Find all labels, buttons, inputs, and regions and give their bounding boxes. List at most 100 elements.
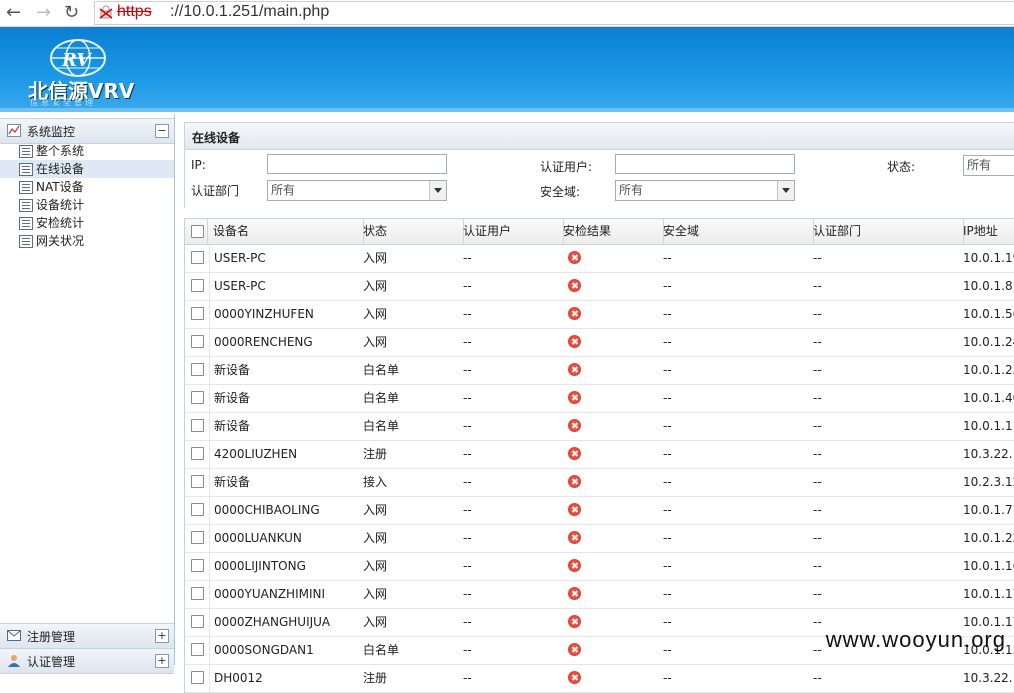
table-row[interactable]: 0000LIJINTONG入网 -- -- -- 10.0.1.16 xyxy=(185,553,1014,581)
ip-address-cell: 10.0.1.25 xyxy=(963,363,1014,377)
back-arrow-icon[interactable]: ← xyxy=(6,2,21,24)
row-checkbox[interactable] xyxy=(191,615,204,628)
security-domain-cell: -- xyxy=(663,475,672,489)
device-name-cell: 0000YINZHUFEN xyxy=(209,301,364,328)
row-select-cell xyxy=(185,357,207,384)
status-cell: 注册 xyxy=(363,671,388,685)
device-name-cell: 新设备 xyxy=(209,385,364,412)
row-checkbox[interactable] xyxy=(191,335,204,348)
expand-toggle[interactable]: + xyxy=(155,654,169,668)
table-row[interactable]: 新设备白名单 -- -- -- 10.0.1.46 xyxy=(185,385,1014,413)
table-row[interactable]: USER-PC入网 -- -- -- 10.0.1.19 xyxy=(185,245,1014,273)
reload-icon[interactable]: ↻ xyxy=(64,2,79,24)
column-header-auth-user[interactable]: 认证用户 xyxy=(459,219,564,244)
table-row[interactable]: 0000LUANKUN入网 -- -- -- 10.0.1.22 xyxy=(185,525,1014,553)
list-icon xyxy=(19,181,33,194)
forward-arrow-icon[interactable]: → xyxy=(36,2,51,24)
sidebar-item-whole-system[interactable]: 整个系统 xyxy=(0,142,174,160)
ip-address-cell: 10.0.1.22 xyxy=(963,531,1014,545)
sidebar-item-nat-devices[interactable]: NAT设备 xyxy=(0,178,174,196)
auth-user-cell: -- xyxy=(463,671,472,685)
row-checkbox[interactable] xyxy=(191,363,204,376)
collapse-toggle[interactable]: − xyxy=(155,124,169,138)
auth-dept-select[interactable]: 所有 xyxy=(267,180,447,201)
sidebar-item-label: 设备统计 xyxy=(36,198,85,212)
security-domain-cell: -- xyxy=(663,531,672,545)
sidebar-section-register[interactable]: 注册管理 + xyxy=(0,623,174,649)
row-checkbox[interactable] xyxy=(191,251,204,264)
check-result-cell xyxy=(559,609,663,636)
security-domain-cell: -- xyxy=(663,587,672,601)
row-checkbox[interactable] xyxy=(191,447,204,460)
sidebar-item-online-devices[interactable]: 在线设备 xyxy=(0,160,174,178)
address-bar[interactable]: https ://10.0.1.251/main.php xyxy=(94,1,1014,25)
column-header-device-name[interactable]: 设备名 xyxy=(209,219,364,244)
security-domain-cell: -- xyxy=(663,335,672,349)
row-checkbox[interactable] xyxy=(191,587,204,600)
ip-address-cell: 10.0.1.19 xyxy=(963,251,1014,265)
column-header-ip-address[interactable]: IP地址 xyxy=(959,219,1014,244)
sidebar-item-security-check-stats[interactable]: 安检统计 xyxy=(0,214,174,232)
row-checkbox[interactable] xyxy=(191,475,204,488)
table-row[interactable]: USER-PC 入网 -- -- -- 10.0.1.8 xyxy=(185,273,1014,301)
check-failed-icon xyxy=(568,531,581,544)
row-checkbox[interactable] xyxy=(191,279,204,292)
expand-toggle[interactable]: + xyxy=(155,629,169,643)
envelope-icon xyxy=(7,630,21,641)
select-all-checkbox[interactable] xyxy=(191,225,204,238)
check-failed-icon xyxy=(568,391,581,404)
ip-address-cell: 10.0.1.46 xyxy=(963,391,1014,405)
ip-address-cell: 10.3.22.1 xyxy=(963,671,1014,685)
auth-dept-cell: -- xyxy=(813,419,822,433)
check-failed-icon xyxy=(568,643,581,656)
device-name-cell: USER-PC xyxy=(209,245,364,272)
auth-user-input[interactable] xyxy=(615,154,795,174)
main-panel: 在线设备 IP: 认证用户: 状态: 所有 认证部门 所有 安全域: 所有 设备… xyxy=(180,114,1014,693)
auth-dept-cell: -- xyxy=(813,307,822,321)
column-header-status[interactable]: 状态 xyxy=(359,219,464,244)
row-checkbox[interactable] xyxy=(191,643,204,656)
row-checkbox[interactable] xyxy=(191,531,204,544)
row-select-cell xyxy=(185,525,207,552)
dropdown-arrow-icon[interactable] xyxy=(777,181,794,200)
dropdown-arrow-icon[interactable] xyxy=(429,181,446,200)
table-row[interactable]: DH0012注册 -- -- -- 10.3.22.1 xyxy=(185,665,1014,693)
ip-label: IP: xyxy=(191,158,206,172)
status-cell: 入网 xyxy=(363,279,388,293)
column-header-check-result[interactable]: 安检结果 xyxy=(559,219,664,244)
sidebar-section-monitor[interactable]: 系统监控 − xyxy=(0,118,174,144)
status-cell: 入网 xyxy=(363,251,388,265)
status-select[interactable]: 所有 xyxy=(963,155,1014,176)
row-checkbox[interactable] xyxy=(191,559,204,572)
sidebar-item-label: 安检统计 xyxy=(36,216,85,230)
table-row[interactable]: 新设备白名单 -- -- -- 10.0.1.11 xyxy=(185,413,1014,441)
ip-input[interactable] xyxy=(267,154,447,174)
auth-user-cell: -- xyxy=(463,279,472,293)
check-failed-icon xyxy=(568,615,581,628)
row-checkbox[interactable] xyxy=(191,391,204,404)
ip-address-cell: 10.0.1.8 xyxy=(963,279,1013,293)
row-checkbox[interactable] xyxy=(191,307,204,320)
row-checkbox[interactable] xyxy=(191,671,204,684)
table-row[interactable]: 0000RENCHENG入网 -- -- -- 10.0.1.24 xyxy=(185,329,1014,357)
sidebar-item-device-stats[interactable]: 设备统计 xyxy=(0,196,174,214)
sidebar-item-gateway-status[interactable]: 网关状况 xyxy=(0,232,174,250)
row-checkbox[interactable] xyxy=(191,419,204,432)
sidebar-section-auth[interactable]: 认证管理 + xyxy=(0,648,174,674)
status-cell: 白名单 xyxy=(363,391,400,405)
table-row[interactable]: 0000YINZHUFEN入网 -- -- -- 10.0.1.56 xyxy=(185,301,1014,329)
row-checkbox[interactable] xyxy=(191,503,204,516)
security-domain-select[interactable]: 所有 xyxy=(615,180,795,201)
table-row[interactable]: 新设备白名单 -- -- -- 10.0.1.25 xyxy=(185,357,1014,385)
table-row[interactable]: 4200LIUZHEN注册 -- -- -- 10.3.22.1 xyxy=(185,441,1014,469)
auth-dept-cell: -- xyxy=(813,559,822,573)
security-domain-cell: -- xyxy=(663,419,672,433)
column-header-security-domain[interactable]: 安全域 xyxy=(659,219,814,244)
ip-address-cell: 10.0.1.11 xyxy=(963,419,1014,433)
row-select-cell xyxy=(185,497,207,524)
column-header-auth-dept[interactable]: 认证部门 xyxy=(809,219,964,244)
table-row[interactable]: 新设备接入 -- -- -- 10.2.3.12 xyxy=(185,469,1014,497)
auth-user-cell: -- xyxy=(463,475,472,489)
table-row[interactable]: 0000CHIBAOLING 入网 -- -- -- 10.0.1.7 xyxy=(185,497,1014,525)
table-row[interactable]: 0000YUANZHIMINI入网 -- -- -- 10.0.1.17 xyxy=(185,581,1014,609)
